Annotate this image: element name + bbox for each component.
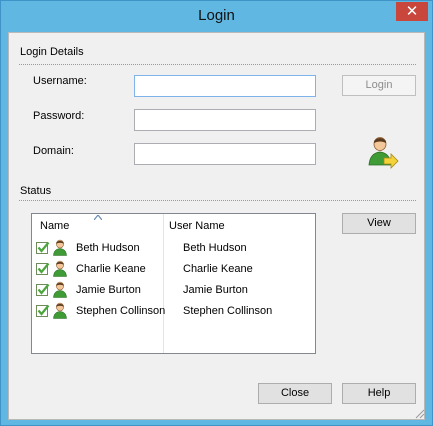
list-item[interactable]: Beth Hudson Beth Hudson <box>32 238 315 259</box>
window-close-button[interactable]: ✕ <box>396 2 428 21</box>
cell-user-name: Beth Hudson <box>183 242 247 254</box>
list-item[interactable]: Charlie Keane Charlie Keane <box>32 259 315 280</box>
login-details-label: Login Details <box>20 46 84 58</box>
status-list[interactable]: Name User Name Beth Hudson Beth Hudson Cha… <box>31 213 316 354</box>
list-item[interactable]: Jamie Burton Jamie Burton <box>32 280 315 301</box>
checkbox-checked-icon[interactable] <box>36 262 50 276</box>
resize-grip-icon[interactable] <box>413 407 425 419</box>
sort-ascending-icon <box>94 215 102 220</box>
checkbox-checked-icon[interactable] <box>36 304 50 318</box>
title-bar[interactable]: Login ✕ <box>1 1 432 32</box>
cell-name: Jamie Burton <box>76 284 141 296</box>
login-details-separator <box>19 64 416 65</box>
window-title: Login <box>198 7 235 24</box>
column-header-name[interactable]: Name <box>40 220 69 232</box>
password-input[interactable] <box>134 109 316 131</box>
user-login-icon <box>368 137 399 169</box>
checkbox-checked-icon[interactable] <box>36 241 50 255</box>
user-icon <box>53 260 67 277</box>
user-icon <box>53 239 67 256</box>
cell-user-name: Charlie Keane <box>183 263 253 275</box>
column-header-user-name[interactable]: User Name <box>169 220 225 232</box>
user-icon <box>53 281 67 298</box>
domain-label: Domain: <box>33 145 74 157</box>
status-label: Status <box>20 185 52 197</box>
username-label: Username: <box>33 75 87 87</box>
status-separator <box>19 200 416 201</box>
user-icon <box>53 302 67 319</box>
cell-user-name: Stephen Collinson <box>183 305 273 317</box>
login-button[interactable]: Login <box>342 75 416 96</box>
cell-name: Stephen Collinson <box>76 305 166 317</box>
password-label: Password: <box>33 110 85 122</box>
help-button[interactable]: Help <box>342 383 416 404</box>
cell-name: Charlie Keane <box>76 263 146 275</box>
list-item[interactable]: Stephen Collinson Stephen Collinson <box>32 301 315 322</box>
view-button[interactable]: View <box>342 213 416 234</box>
checkbox-checked-icon[interactable] <box>36 283 50 297</box>
username-input[interactable] <box>134 75 316 97</box>
dialog-body: Login Details Username: Password: Domain… <box>8 32 425 420</box>
login-window: Login ✕ Login Details Username: Password… <box>0 0 433 426</box>
cell-user-name: Jamie Burton <box>183 284 248 296</box>
domain-input[interactable] <box>134 143 316 165</box>
close-button[interactable]: Close <box>258 383 332 404</box>
cell-name: Beth Hudson <box>76 242 140 254</box>
